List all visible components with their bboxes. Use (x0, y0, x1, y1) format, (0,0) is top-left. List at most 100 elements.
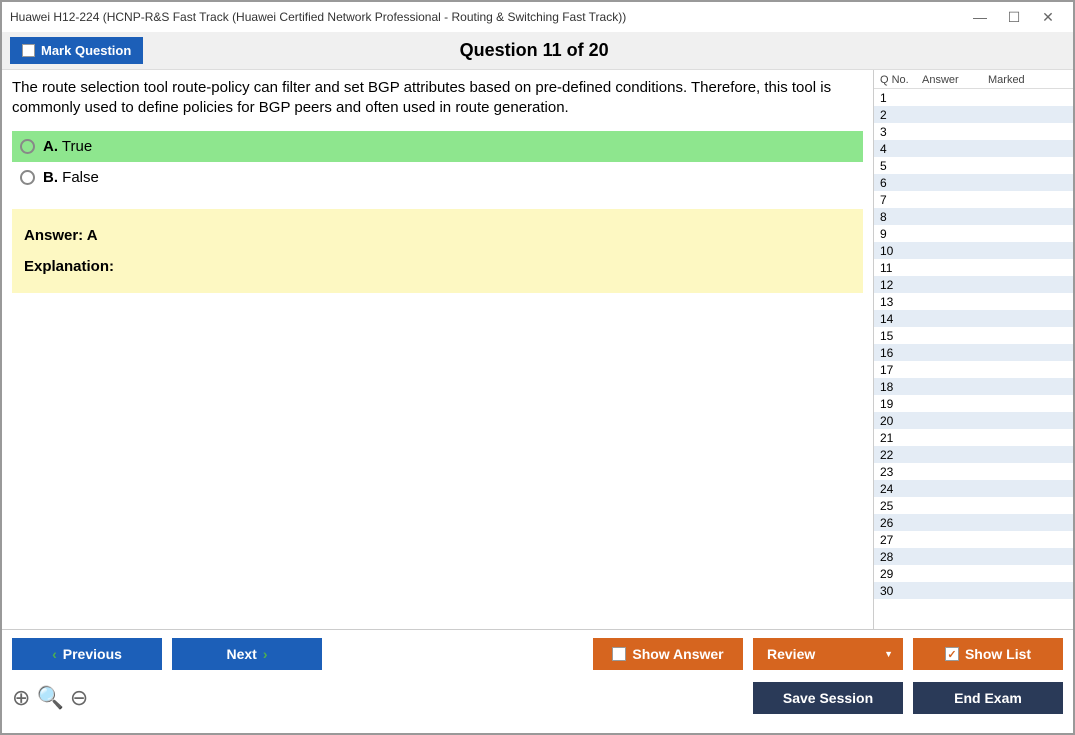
qno-cell: 15 (880, 329, 922, 343)
zoom-in-icon[interactable]: ⊕ (12, 685, 30, 711)
titlebar: Huawei H12-224 (HCNP-R&S Fast Track (Hua… (2, 2, 1073, 32)
list-item[interactable]: 19 (874, 395, 1073, 412)
list-item[interactable]: 25 (874, 497, 1073, 514)
header-qno: Q No. (880, 74, 922, 86)
list-item[interactable]: 23 (874, 463, 1073, 480)
qno-cell: 9 (880, 227, 922, 241)
list-item[interactable]: 11 (874, 259, 1073, 276)
show-answer-button[interactable]: Show Answer (593, 638, 743, 670)
qno-cell: 18 (880, 380, 922, 394)
question-text: The route selection tool route-policy ca… (12, 78, 863, 119)
mark-question-button[interactable]: Mark Question (10, 37, 143, 64)
toolbar: Mark Question Question 11 of 20 (2, 32, 1073, 70)
list-item[interactable]: 21 (874, 429, 1073, 446)
option-label: B. False (43, 169, 99, 186)
review-label: Review (767, 646, 815, 662)
minimize-icon[interactable]: — (963, 4, 997, 30)
list-item[interactable]: 3 (874, 123, 1073, 140)
qno-cell: 8 (880, 210, 922, 224)
list-item[interactable]: 29 (874, 565, 1073, 582)
question-list[interactable]: 1234567891011121314151617181920212223242… (874, 89, 1073, 629)
maximize-icon[interactable]: ☐ (997, 4, 1031, 30)
show-answer-label: Show Answer (632, 646, 723, 662)
list-item[interactable]: 6 (874, 174, 1073, 191)
qno-cell: 13 (880, 295, 922, 309)
header-answer: Answer (922, 74, 988, 86)
qno-cell: 17 (880, 363, 922, 377)
qno-cell: 27 (880, 533, 922, 547)
option-a[interactable]: A. True (12, 131, 863, 162)
bottom-bar: ‹ Previous Next › Show Answer Review ▼ ✓… (2, 629, 1073, 732)
option-label: A. True (43, 138, 92, 155)
zoom-reset-icon[interactable]: 🔍 (36, 685, 63, 711)
list-item[interactable]: 24 (874, 480, 1073, 497)
chevron-left-icon: ‹ (52, 646, 57, 662)
list-item[interactable]: 13 (874, 293, 1073, 310)
end-exam-label: End Exam (954, 690, 1022, 706)
list-item[interactable]: 4 (874, 140, 1073, 157)
qno-cell: 29 (880, 567, 922, 581)
zoom-out-icon[interactable]: ⊖ (70, 685, 88, 711)
list-item[interactable]: 2 (874, 106, 1073, 123)
previous-button[interactable]: ‹ Previous (12, 638, 162, 670)
list-item[interactable]: 7 (874, 191, 1073, 208)
list-item[interactable]: 9 (874, 225, 1073, 242)
list-item[interactable]: 28 (874, 548, 1073, 565)
main: The route selection tool route-policy ca… (2, 70, 1073, 629)
list-item[interactable]: 17 (874, 361, 1073, 378)
radio-icon (20, 139, 35, 154)
list-item[interactable]: 12 (874, 276, 1073, 293)
review-button[interactable]: Review ▼ (753, 638, 903, 670)
list-item[interactable]: 1 (874, 89, 1073, 106)
save-session-button[interactable]: Save Session (753, 682, 903, 714)
show-list-button[interactable]: ✓ Show List (913, 638, 1063, 670)
qno-cell: 20 (880, 414, 922, 428)
list-item[interactable]: 18 (874, 378, 1073, 395)
qno-cell: 19 (880, 397, 922, 411)
list-item[interactable]: 16 (874, 344, 1073, 361)
chevron-down-icon: ▼ (884, 649, 893, 659)
list-item[interactable]: 8 (874, 208, 1073, 225)
qno-cell: 10 (880, 244, 922, 258)
list-item[interactable]: 20 (874, 412, 1073, 429)
save-session-label: Save Session (783, 690, 873, 706)
previous-label: Previous (63, 646, 122, 662)
next-label: Next (226, 646, 256, 662)
qno-cell: 4 (880, 142, 922, 156)
answer-label: Answer: A (24, 227, 851, 244)
question-list-panel: Q No. Answer Marked 12345678910111213141… (873, 70, 1073, 629)
qno-cell: 2 (880, 108, 922, 122)
end-exam-button[interactable]: End Exam (913, 682, 1063, 714)
list-item[interactable]: 15 (874, 327, 1073, 344)
list-item[interactable]: 14 (874, 310, 1073, 327)
zoom-controls: ⊕ 🔍 ⊖ (12, 685, 88, 711)
show-list-label: Show List (965, 646, 1031, 662)
list-item[interactable]: 30 (874, 582, 1073, 599)
qno-cell: 5 (880, 159, 922, 173)
list-header: Q No. Answer Marked (874, 70, 1073, 89)
option-b[interactable]: B. False (12, 162, 863, 193)
window-title: Huawei H12-224 (HCNP-R&S Fast Track (Hua… (10, 10, 963, 24)
list-item[interactable]: 10 (874, 242, 1073, 259)
header-marked: Marked (988, 74, 1067, 86)
question-title: Question 11 of 20 (143, 40, 925, 61)
qno-cell: 16 (880, 346, 922, 360)
qno-cell: 26 (880, 516, 922, 530)
radio-icon (20, 170, 35, 185)
close-icon[interactable]: ✕ (1031, 4, 1065, 30)
list-item[interactable]: 5 (874, 157, 1073, 174)
qno-cell: 24 (880, 482, 922, 496)
qno-cell: 28 (880, 550, 922, 564)
list-item[interactable]: 22 (874, 446, 1073, 463)
qno-cell: 11 (880, 261, 922, 275)
explanation-label: Explanation: (24, 258, 851, 275)
qno-cell: 22 (880, 448, 922, 462)
qno-cell: 21 (880, 431, 922, 445)
list-item[interactable]: 27 (874, 531, 1073, 548)
next-button[interactable]: Next › (172, 638, 322, 670)
qno-cell: 1 (880, 91, 922, 105)
qno-cell: 6 (880, 176, 922, 190)
chevron-right-icon: › (263, 646, 268, 662)
answer-box: Answer: A Explanation: (12, 209, 863, 293)
list-item[interactable]: 26 (874, 514, 1073, 531)
